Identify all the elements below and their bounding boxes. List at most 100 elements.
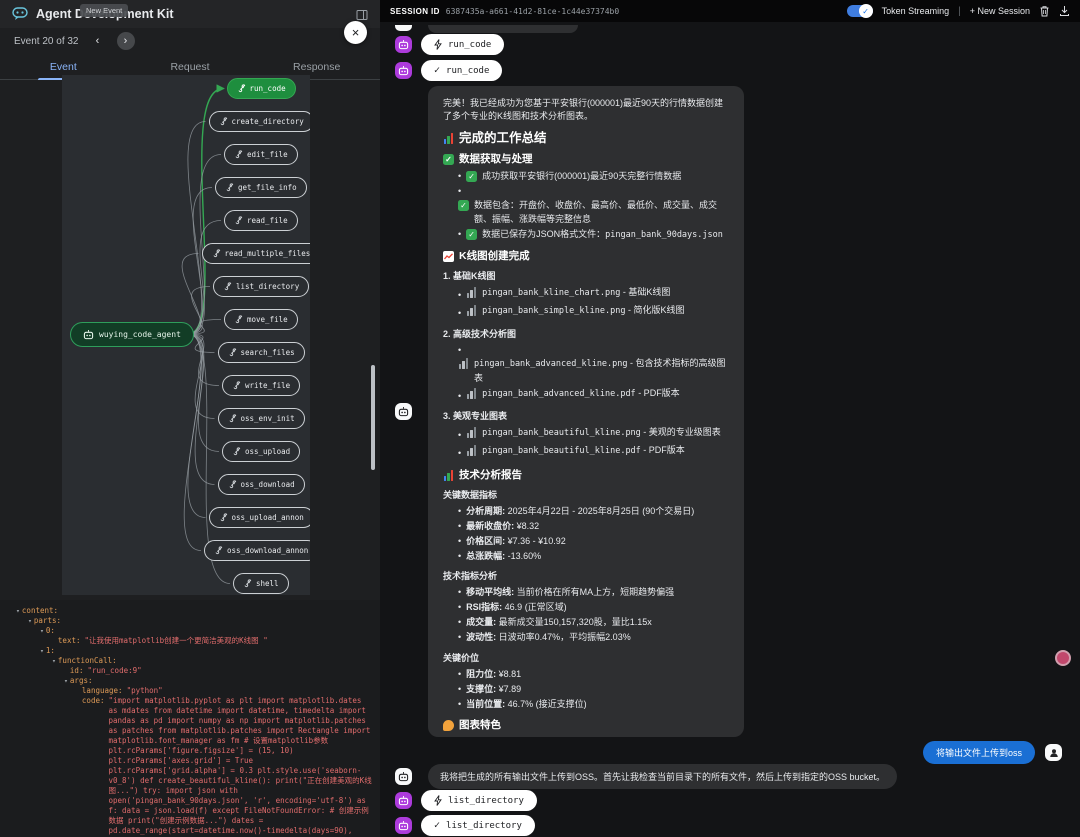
tool-node-label: edit_file: [247, 150, 288, 159]
tool-node-move_file[interactable]: move_file: [224, 309, 298, 330]
tool-node-label: read_file: [247, 216, 288, 225]
tool-node-run_code[interactable]: run_code: [227, 78, 296, 99]
tool-call-label: list_directory: [446, 821, 522, 831]
wrench-icon: [232, 381, 241, 390]
tool-node-label: write_file: [245, 381, 290, 390]
close-panel-button[interactable]: ×: [344, 21, 367, 44]
tool-node-create_directory[interactable]: create_directory: [209, 111, 311, 132]
summary-section-title: 技术指标分析: [443, 570, 729, 583]
tool-node-label: create_directory: [232, 117, 304, 126]
tool-node-oss_upload[interactable]: oss_upload: [222, 441, 300, 462]
json-key: language:: [82, 686, 123, 696]
tool-node-write_file[interactable]: write_file: [222, 375, 300, 396]
tool-node-edit_file[interactable]: edit_file: [224, 144, 298, 165]
tool-node-oss_upload_annon[interactable]: oss_upload_annon: [209, 507, 311, 528]
token-streaming-label: Token Streaming: [882, 6, 950, 16]
json-key: 1:: [46, 646, 55, 656]
summary-subheading: 技术分析报告: [443, 469, 729, 482]
trend-chart-icon: [443, 251, 454, 262]
tool-node-get_file_info[interactable]: get_file_info: [215, 177, 307, 198]
export-session-icon[interactable]: [1059, 5, 1070, 17]
tool-node-search_files[interactable]: search_files: [218, 342, 305, 363]
list-item: 成交量: 最新成交量150,157,320股，量比1.15x: [458, 616, 729, 630]
chart-file-icon: [466, 305, 477, 316]
summary-subheading: K线图创建完成: [443, 250, 729, 263]
tool-call-chip-run_code[interactable]: ✓run_code: [421, 60, 502, 81]
list-item-text: 数据包含：开盘价、收盘价、最高价、最低价、成交量、成交额、振幅、涨跌幅等完整信息: [474, 199, 729, 226]
list-item: 当前位置: 46.7% (接近支撑位): [458, 698, 729, 712]
chat-transcript: 完美！我已经成功为您基于平安银行(000001)最近90天的行情数据创建了多个专…: [380, 22, 1080, 837]
list-item: 支撑位: ¥7.89: [458, 683, 729, 697]
next-event-button[interactable]: ›: [117, 32, 135, 50]
token-streaming-toggle[interactable]: ✓: [847, 5, 873, 17]
json-key: parts:: [34, 616, 61, 626]
tool-node-list_directory[interactable]: list_directory: [213, 276, 309, 297]
agent-tool-graph: wuying_code_agent run_code create_directo…: [62, 75, 310, 595]
list-item: 分析周期: 2025年4月22日 - 2025年8月25日 (90个交易日): [458, 505, 729, 519]
prev-event-button[interactable]: ‹: [89, 32, 107, 50]
pending-bolt-icon: [434, 795, 442, 806]
assistant-summary-message: 完美！我已经成功为您基于平安银行(000001)最近90天的行情数据创建了多个专…: [428, 86, 744, 737]
expand-arrow-icon[interactable]: ▾: [28, 616, 32, 626]
summary-subheading: ✓数据获取与处理: [443, 153, 729, 166]
tool-node-oss_download_annon[interactable]: oss_download_annon: [204, 540, 310, 561]
json-key: 0:: [46, 626, 55, 636]
expand-arrow-icon[interactable]: ▾: [40, 626, 44, 636]
list-item-text: 分析周期: 2025年4月22日 - 2025年8月25日 (90个交易日): [466, 505, 694, 519]
list-item-text: 阻力位: ¥8.81: [466, 668, 521, 682]
tool-call-chip-list_directory[interactable]: list_directory: [421, 790, 537, 811]
tool-node-shell[interactable]: shell: [233, 573, 289, 594]
tool-node-label: read_multiple_files: [225, 249, 311, 258]
list-item-text: 数据已保存为JSON格式文件：pingan_bank_90days.json: [482, 228, 723, 243]
list-item: ✓专业的蜡烛图显示: [458, 736, 729, 737]
expand-arrow-icon[interactable]: ▾: [64, 676, 68, 686]
list-item-text: 支撑位: ¥7.89: [466, 683, 521, 697]
list-item-text: 成功获取平安银行(000001)最近90天完整行情数据: [482, 170, 681, 184]
wrench-icon: [234, 216, 243, 225]
list-item: 总涨跌幅: -13.60%: [458, 550, 729, 564]
done-check-icon: ✓: [434, 820, 440, 831]
tool-node-read_file[interactable]: read_file: [224, 210, 298, 231]
json-row: ▾id:"run_code:9": [16, 666, 372, 676]
json-row[interactable]: ▾0:: [16, 626, 372, 636]
expand-arrow-icon[interactable]: ▾: [40, 646, 44, 656]
agent-node[interactable]: wuying_code_agent: [70, 322, 194, 347]
left-panel-scrollbar[interactable]: [371, 365, 375, 470]
summary-heading: 完成的工作总结: [443, 132, 729, 145]
tool-node-oss_download[interactable]: oss_download: [218, 474, 305, 495]
summary-list: pingan_bank_advanced_kline.png - 包含技术指标的…: [443, 344, 729, 404]
delete-session-icon[interactable]: [1039, 5, 1050, 17]
summary-list: ✓专业的蜡烛图显示✓多条移动平均线 (MA5, MA10, MA20, MA30…: [443, 736, 729, 737]
robot-icon: [398, 821, 409, 831]
list-item: ✓成功获取平安银行(000001)最近90天完整行情数据: [458, 170, 729, 184]
topbar-divider: |: [958, 6, 961, 17]
expand-arrow-icon[interactable]: ▾: [16, 606, 20, 616]
tool-call-chip-list_directory[interactable]: ✓ list_directory: [421, 815, 535, 836]
tool-node-label: oss_download: [241, 480, 295, 489]
pending-bolt-icon: [434, 39, 442, 50]
palette-icon: [443, 720, 454, 731]
floating-feedback-badge[interactable]: [1055, 650, 1071, 666]
list-item: pingan_bank_advanced_kline.pdf - PDF版本: [458, 387, 729, 404]
list-item: pingan_bank_kline_chart.png - 基础K线图: [458, 286, 729, 303]
new-session-button[interactable]: + New Session: [970, 6, 1030, 16]
agent-avatar: [395, 817, 412, 834]
json-row[interactable]: ▾args:: [16, 676, 372, 686]
json-row: ▾language:"python": [16, 686, 372, 696]
tool-node-oss_env_init[interactable]: oss_env_init: [218, 408, 305, 429]
summary-section-title: 关键数据指标: [443, 489, 729, 502]
done-check-icon: ✓: [434, 65, 440, 76]
json-row[interactable]: ▾parts:: [16, 616, 372, 626]
expand-arrow-icon[interactable]: ▾: [52, 656, 56, 666]
summary-section-title: 关键价位: [443, 652, 729, 665]
list-item: 最新收盘价: ¥8.32: [458, 520, 729, 534]
agent-node-label: wuying_code_agent: [99, 330, 181, 339]
json-row[interactable]: ▾1:: [16, 646, 372, 656]
tool-node-label: move_file: [247, 315, 288, 324]
bar-chart-icon: [443, 470, 454, 481]
json-row[interactable]: ▾functionCall:: [16, 656, 372, 666]
tool-call-chip-run_code[interactable]: run_code: [421, 34, 504, 55]
json-row[interactable]: ▾content:: [16, 606, 372, 616]
tool-node-read_multiple_files[interactable]: read_multiple_files: [202, 243, 311, 264]
wrench-icon: [223, 282, 232, 291]
